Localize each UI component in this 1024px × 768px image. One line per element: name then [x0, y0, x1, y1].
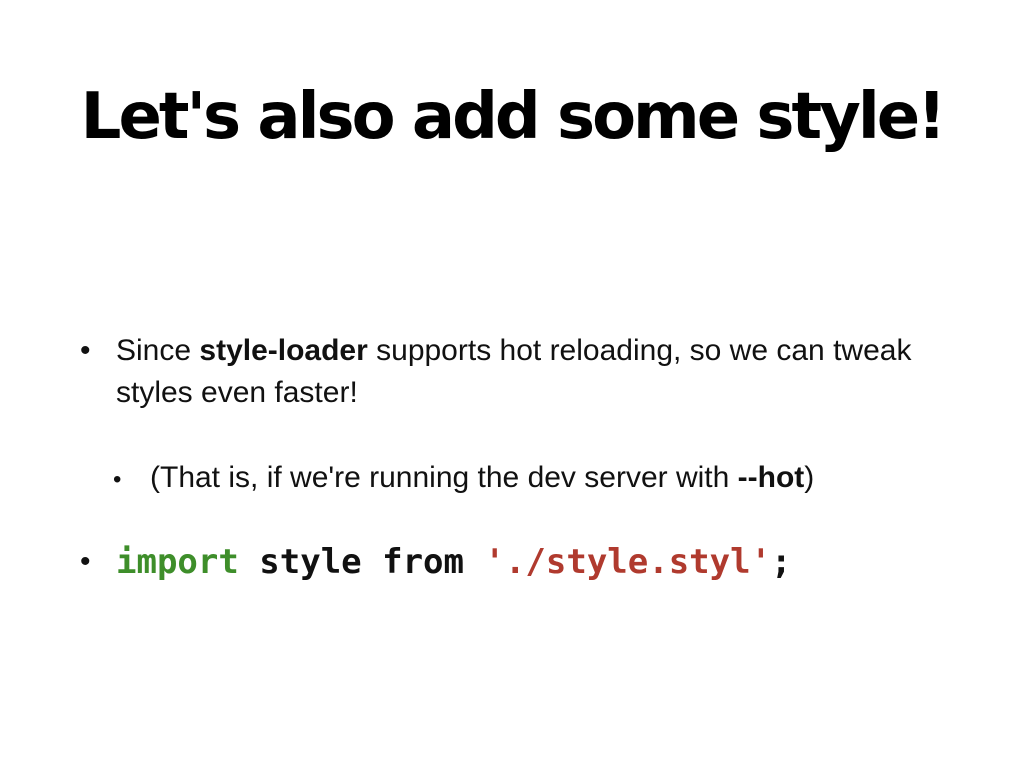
sub-bullet-text-pre: (That is, if we're running the dev serve…: [150, 461, 738, 494]
sub-bullet-hot: • (That is, if we're running the dev ser…: [113, 458, 933, 498]
bullet-text-pre: Since: [116, 334, 200, 367]
code-plain: style from: [238, 542, 485, 582]
bullet-style-loader: • Since style-loader supports hot reload…: [80, 330, 930, 414]
code-semicolon: ;: [771, 542, 792, 582]
code-keyword: import: [116, 542, 239, 582]
code-line: import style from './style.styl';: [116, 542, 792, 582]
bullet-text-strong: style-loader: [199, 334, 368, 367]
sub-bullet-text-post: ): [804, 461, 815, 494]
bullet-dot: •: [113, 466, 122, 493]
sub-bullet-text: (That is, if we're running the dev serve…: [150, 458, 933, 498]
bullet-import-code: • import style from './style.styl';: [80, 540, 930, 584]
sub-bullet-text-strong: --hot: [737, 461, 805, 494]
bullet-dot: •: [80, 545, 91, 578]
slide-title: Let's also add some style!: [80, 80, 947, 154]
bullet-text: Since style-loader supports hot reloadin…: [116, 330, 930, 414]
bullet-dot: •: [80, 334, 91, 367]
code-string: './style.styl': [484, 542, 772, 582]
